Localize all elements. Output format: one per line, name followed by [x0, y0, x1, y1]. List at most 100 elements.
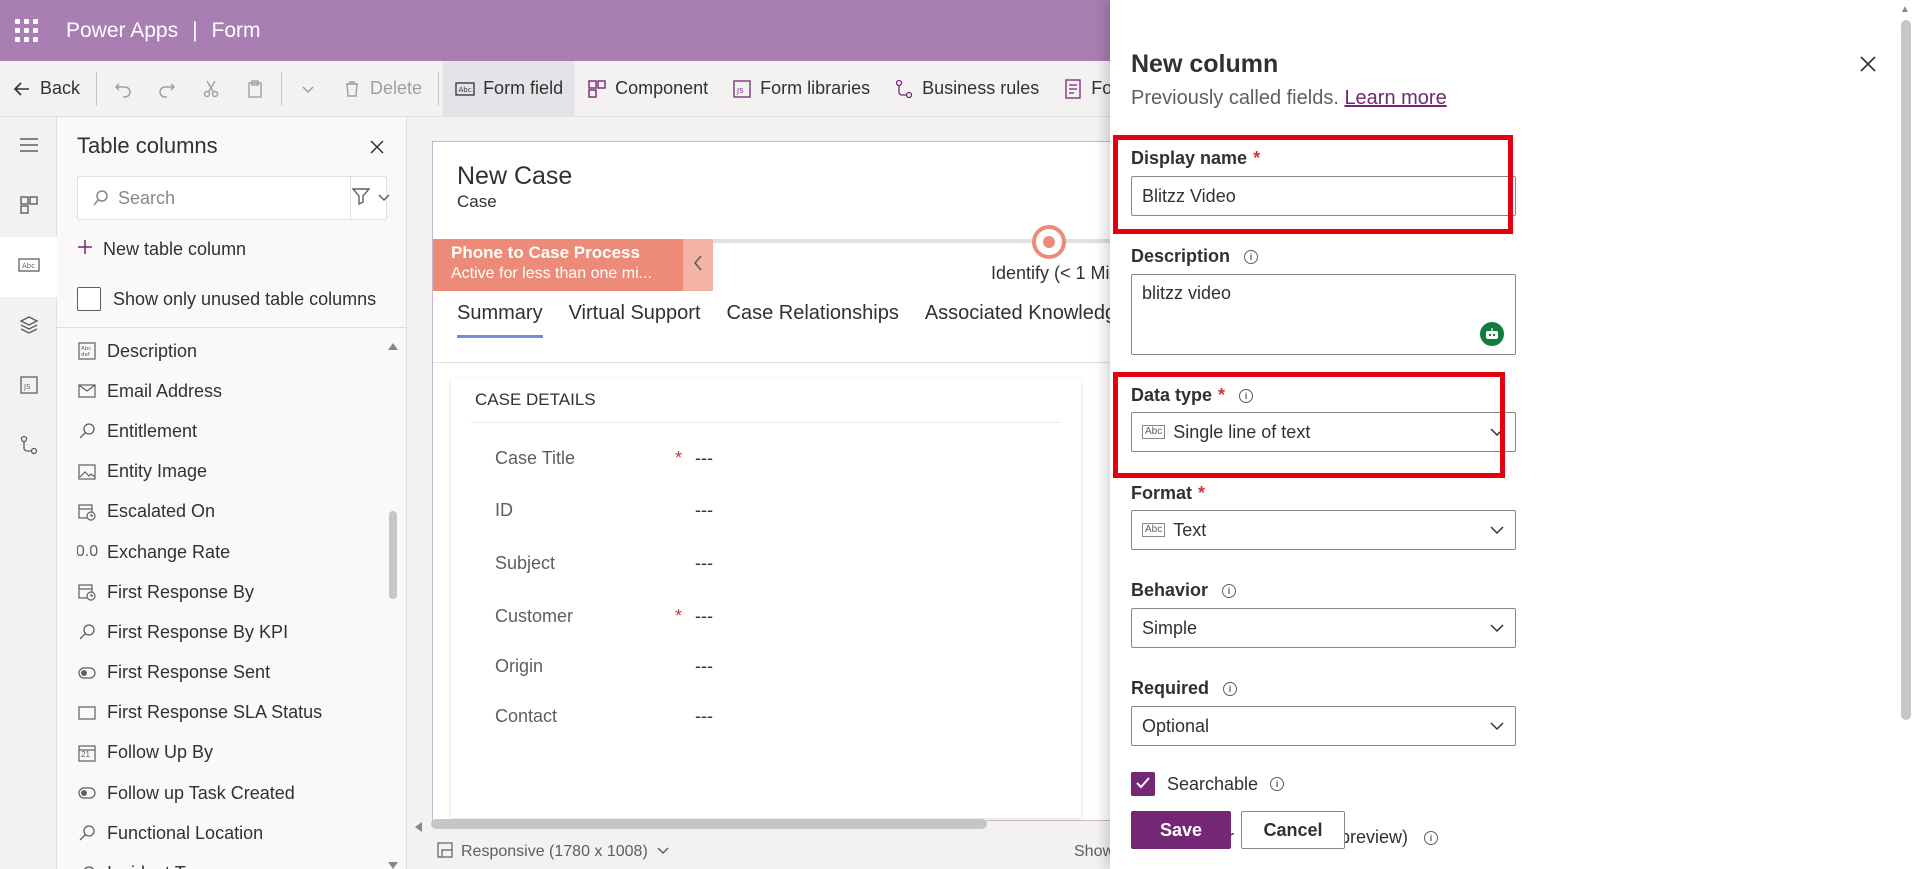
more-paste-options-button[interactable] [286, 61, 330, 117]
svg-text:JS: JS [736, 87, 744, 95]
info-icon[interactable]: i [1244, 249, 1259, 264]
info-icon[interactable]: i [1424, 830, 1439, 845]
form-tab[interactable]: Associated Knowledg [925, 302, 1116, 338]
chevron-down-icon [1489, 424, 1505, 440]
display-name-input[interactable] [1131, 176, 1516, 216]
behavior-dropdown[interactable]: Simple [1131, 608, 1516, 648]
form-field-row[interactable]: Subject --- [495, 543, 1055, 583]
column-list-item[interactable]: 0.0 Exchange Rate [77, 532, 377, 572]
search-input[interactable] [118, 178, 350, 218]
redo-button[interactable] [145, 61, 189, 117]
column-list-item[interactable]: First Response SLA Status [77, 693, 377, 733]
screen-size-label: Responsive (1780 x 1008) [461, 843, 648, 860]
scroll-down-icon[interactable] [387, 855, 399, 869]
bpf-track [713, 239, 1151, 243]
checkbox-unchecked[interactable] [77, 287, 101, 311]
app-launcher-icon[interactable] [0, 0, 52, 61]
columns-scrollbar[interactable] [384, 331, 402, 869]
component-button[interactable]: Component [575, 61, 720, 117]
column-list-item[interactable]: Abc def Description [77, 331, 377, 371]
cut-button[interactable] [189, 61, 233, 117]
back-button[interactable]: Back [0, 61, 92, 117]
scroll-up-icon[interactable] [387, 335, 399, 350]
rail-menu[interactable] [0, 117, 57, 177]
bpf-collapse-button[interactable] [683, 239, 713, 291]
rail-form-libraries[interactable]: JS [0, 357, 57, 417]
close-panel-button[interactable] [363, 135, 391, 163]
info-icon[interactable]: i [1270, 777, 1285, 791]
column-label: Email Address [107, 380, 223, 401]
bpf-stage-marker[interactable] [1032, 225, 1066, 259]
column-list-item[interactable]: Follow up Task Created [77, 773, 377, 813]
required-dropdown[interactable]: Optional [1131, 706, 1516, 746]
field-label: Case Title [495, 447, 576, 468]
business-rules-button[interactable]: Business rules [882, 61, 1051, 117]
column-list-item[interactable]: Email Address [77, 371, 377, 411]
cancel-button[interactable]: Cancel [1241, 811, 1345, 849]
rail-business-rules[interactable] [0, 417, 57, 477]
rail-tree-view[interactable] [0, 297, 57, 357]
form-field-row[interactable]: Contact --- [495, 696, 1055, 736]
case-details-section[interactable]: CASE DETAILS Case Title * --- ID --- Subject -… [451, 378, 1081, 818]
app-name[interactable]: Power Apps [66, 19, 178, 43]
filter-button[interactable] [350, 177, 391, 219]
column-list-item[interactable]: Entitlement [77, 411, 377, 451]
form-tab[interactable]: Virtual Support [569, 302, 701, 338]
panel-scrollbar[interactable] [1901, 20, 1911, 720]
form-field-row[interactable]: Customer * --- [495, 596, 1055, 636]
date-time-icon [77, 502, 97, 522]
info-icon[interactable]: i [1223, 681, 1238, 696]
form-field-button[interactable]: Abc Form field [443, 60, 576, 117]
column-label: Follow up Task Created [107, 782, 295, 803]
column-list-item[interactable]: Functional Location [77, 813, 377, 853]
form-canvas: New Case Case Phone to Case Process Acti… [407, 117, 1152, 869]
form-field-row[interactable]: Case Title * --- [495, 438, 1055, 478]
form-libraries-button[interactable]: JS Form libraries [720, 61, 882, 117]
show-hidden-toggle[interactable]: Show [1074, 843, 1114, 861]
delete-button[interactable]: Delete [330, 61, 434, 117]
scroll-up-icon[interactable]: ▲ [1900, 4, 1910, 15]
new-table-column-button[interactable]: New table column [77, 239, 246, 260]
column-list-item[interactable]: First Response By KPI [77, 612, 377, 652]
paste-button[interactable] [233, 61, 277, 117]
column-list-item[interactable]: Incident Type [77, 853, 377, 869]
field-value: --- [695, 605, 713, 626]
column-list-item[interactable]: Escalated On [77, 492, 377, 532]
screen-size-selector[interactable]: Responsive (1780 x 1008) [437, 841, 670, 863]
checkbox-checked[interactable] [1131, 772, 1155, 796]
description-textarea[interactable]: blitzz video [1131, 274, 1516, 355]
copilot-icon[interactable] [1480, 322, 1504, 346]
bpf-stage-label[interactable]: Identify (< 1 Mi [991, 263, 1110, 284]
bpf-process-flag[interactable]: Phone to Case Process Active for less th… [433, 239, 683, 291]
save-button[interactable]: Save [1131, 811, 1231, 849]
format-dropdown[interactable]: Abc Text [1131, 510, 1516, 550]
undo-button[interactable] [101, 61, 145, 117]
chevron-down-icon [298, 79, 318, 99]
rail-components[interactable] [0, 177, 57, 237]
data-type-dropdown[interactable]: Abc Single line of text [1131, 412, 1516, 452]
canvas-horizontal-scrollbar[interactable] [407, 815, 1110, 832]
show-unused-checkbox[interactable]: Show only unused table columns [77, 287, 376, 311]
svg-text:JS: JS [23, 383, 31, 391]
form-field-row[interactable]: Origin --- [495, 646, 1055, 686]
toggle-icon [77, 663, 97, 683]
field-value: --- [695, 499, 713, 520]
form-tab[interactable]: Case Relationships [727, 302, 899, 338]
column-list-item[interactable]: First Response By [77, 572, 377, 612]
rail-table-columns[interactable]: Abc [0, 237, 57, 297]
column-list-item[interactable]: First Response Sent [77, 653, 377, 693]
form-tab[interactable]: Summary [457, 302, 543, 338]
searchable-checkbox[interactable]: Searchable i [1131, 772, 1285, 796]
learn-more-link[interactable]: Learn more [1344, 87, 1446, 109]
info-icon[interactable]: i [1239, 388, 1254, 403]
scroll-thumb[interactable] [389, 511, 397, 599]
toolbar-divider [96, 71, 98, 106]
column-list-item[interactable]: Entity Image [77, 452, 377, 492]
close-button[interactable] [1854, 52, 1882, 80]
form-field-row[interactable]: ID --- [495, 490, 1055, 530]
info-icon[interactable]: i [1222, 583, 1237, 598]
scroll-thumb[interactable] [431, 819, 987, 829]
column-list-item[interactable]: 21 Follow Up By [77, 733, 377, 773]
dropdown-value: Optional [1142, 715, 1210, 736]
chevron-down-icon [656, 843, 670, 862]
